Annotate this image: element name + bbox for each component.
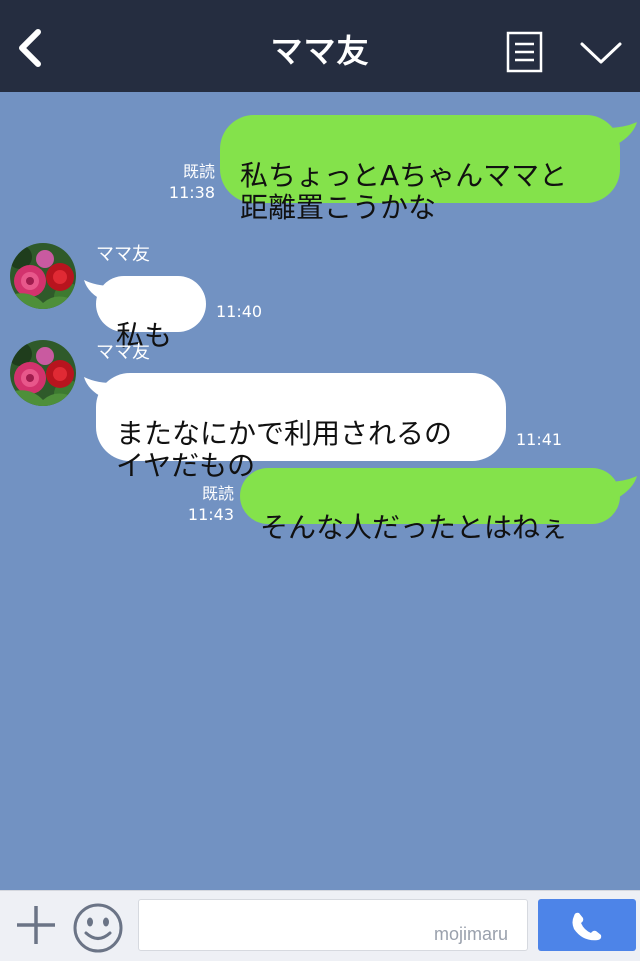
message-text: そんな人だったとはねぇ — [260, 511, 569, 544]
bubble-tail — [606, 476, 637, 500]
avatar[interactable] — [10, 243, 76, 309]
sticker-button[interactable] — [72, 902, 124, 954]
chat-title: ママ友 — [270, 32, 370, 70]
message-list[interactable]: 既読 11:38 私ちょっとAちゃんママと 距離置こうかな ママ友 私も 11:… — [0, 92, 640, 890]
outgoing-message-bubble[interactable]: そんな人だったとはねぇ — [240, 468, 620, 544]
chevron-down-icon — [580, 42, 622, 64]
message-text: 私ちょっとAちゃんママと 距離置こうかな — [240, 159, 568, 224]
message-time: 11:41 — [516, 430, 563, 449]
add-button[interactable] — [14, 903, 58, 947]
message-meta: 既読 11:38 — [160, 161, 215, 203]
read-receipt: 既読 — [182, 162, 215, 181]
notes-icon — [506, 31, 543, 73]
rose-avatar-image — [10, 243, 76, 309]
call-button[interactable] — [538, 899, 636, 951]
phone-icon — [572, 912, 602, 941]
message-time: 11:38 — [168, 183, 215, 202]
menu-toggle-button[interactable] — [578, 38, 624, 68]
incoming-message-bubble[interactable]: またなにかで利用されるの イヤだもの — [96, 373, 506, 482]
avatar[interactable] — [10, 340, 76, 406]
outgoing-message-bubble[interactable]: 私ちょっとAちゃんママと 距離置こうかな — [220, 115, 620, 224]
notes-button[interactable] — [506, 31, 544, 73]
message-meta: 既読 11:43 — [180, 483, 234, 525]
bubble-tail — [606, 122, 637, 146]
chat-header: ママ友 — [0, 0, 640, 92]
input-bar: mojimaru — [0, 890, 640, 961]
watermark: mojimaru — [434, 924, 509, 944]
sender-name: ママ友 — [96, 342, 150, 363]
read-receipt: 既読 — [201, 484, 234, 503]
plus-icon — [17, 906, 55, 944]
rose-avatar-image — [10, 340, 76, 406]
message-time: 11:43 — [187, 505, 234, 524]
smiley-icon — [73, 903, 123, 953]
sender-name: ママ友 — [96, 244, 150, 265]
message-time: 11:40 — [216, 302, 263, 321]
incoming-message-bubble[interactable]: 私も — [96, 276, 206, 352]
